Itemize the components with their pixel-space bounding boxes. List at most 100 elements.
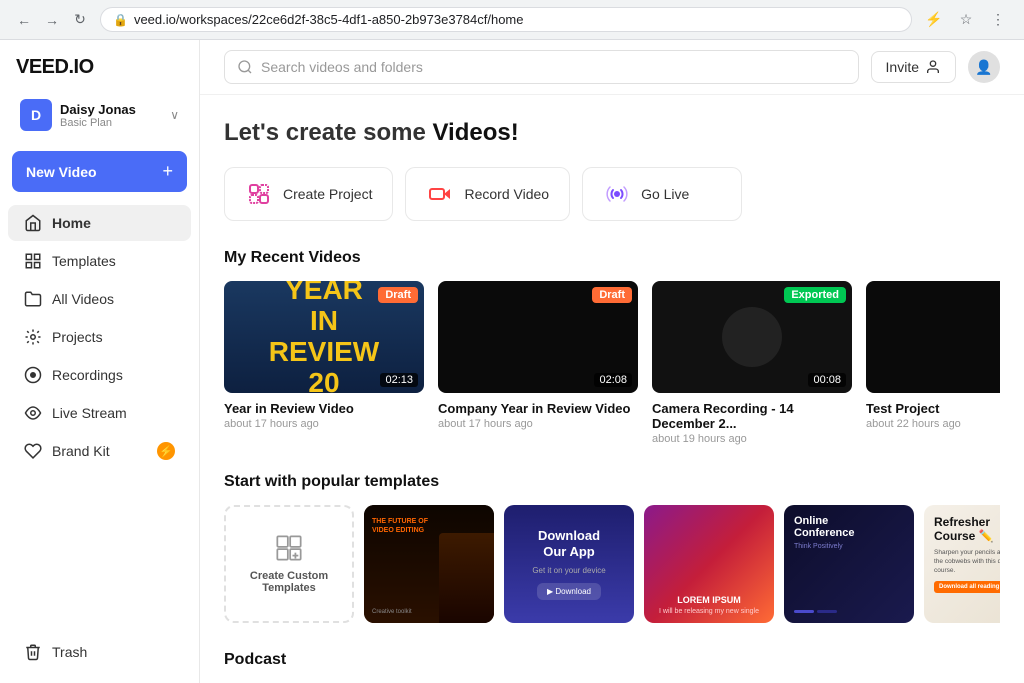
lock-icon: 🔒 — [113, 13, 128, 27]
video-thumbnail: Draft — [866, 281, 1000, 393]
create-template-icon — [275, 534, 303, 562]
template-cta: Download all reading material — [934, 581, 1000, 593]
template-subtext: Creative toolkit — [372, 609, 434, 615]
sidebar-item-trash[interactable]: Trash — [8, 634, 191, 670]
nav-buttons[interactable]: ← → ↻ — [12, 8, 92, 32]
recent-videos-grid: YEARINREVIEW20 Draft 02:13 Year in Revie… — [224, 281, 1000, 445]
search-icon — [237, 59, 253, 75]
all-videos-icon — [24, 290, 42, 308]
video-thumbnail: Exported 00:08 — [652, 281, 852, 393]
template-label: LOREM IPSUM — [677, 595, 741, 605]
recent-videos-title: My Recent Videos — [224, 249, 1000, 267]
templates-icon — [24, 252, 42, 270]
user-section[interactable]: D Daisy Jonas Basic Plan ∨ — [8, 91, 191, 139]
recordings-icon — [24, 366, 42, 384]
sidebar-item-home[interactable]: Home — [8, 205, 191, 241]
video-card[interactable]: Draft 02:08 Company Year in Review Video… — [438, 281, 638, 445]
video-badge: Exported — [784, 287, 846, 303]
person-icon — [925, 59, 941, 75]
template-label: THE FUTURE OFVIDEO EDITING — [372, 517, 434, 535]
podcast-title: Podcast — [224, 651, 1000, 669]
user-info: Daisy Jonas Basic Plan — [60, 102, 162, 129]
create-custom-templates[interactable]: Create Custom Templates — [224, 505, 354, 623]
bookmark-icon[interactable]: ☆ — [952, 6, 980, 34]
top-bar-avatar: 👤 — [968, 51, 1000, 83]
go-live-button[interactable]: Go Live — [582, 167, 742, 221]
video-title: Company Year in Review Video — [438, 401, 638, 416]
video-duration: 00:08 — [808, 373, 846, 387]
video-duration: 02:08 — [594, 373, 632, 387]
templates-grid: Create Custom Templates THE FUTURE OFVID… — [224, 505, 1000, 623]
video-thumbnail: YEARINREVIEW20 Draft 02:13 — [224, 281, 424, 393]
address-bar[interactable]: 🔒 veed.io/workspaces/22ce6d2f-38c5-4df1-… — [100, 7, 912, 32]
create-project-button[interactable]: Create Project — [224, 167, 393, 221]
video-title: Test Project — [866, 401, 1000, 416]
search-placeholder: Search videos and folders — [261, 59, 423, 75]
template-card[interactable]: LOREM IPSUM I will be releasing my new s… — [644, 505, 774, 623]
sidebar-item-templates[interactable]: Templates — [8, 243, 191, 279]
app-container: VEED.IO D Daisy Jonas Basic Plan ∨ New V… — [0, 40, 1024, 683]
create-project-icon — [245, 180, 273, 208]
video-card[interactable]: YEARINREVIEW20 Draft 02:13 Year in Revie… — [224, 281, 424, 445]
video-title: Year in Review Video — [224, 401, 424, 416]
sidebar-item-projects[interactable]: Projects — [8, 319, 191, 355]
action-row: Create Project Record Video Go Live — [224, 167, 1000, 221]
chevron-down-icon: ∨ — [170, 108, 179, 122]
projects-icon — [24, 328, 42, 346]
browser-chrome: ← → ↻ 🔒 veed.io/workspaces/22ce6d2f-38c5… — [0, 0, 1024, 40]
template-label: RefresherCourse ✏️ — [934, 515, 1000, 544]
menu-icon[interactable]: ⋮ — [984, 6, 1012, 34]
video-title: Camera Recording - 14 December 2... — [652, 401, 852, 431]
record-video-button[interactable]: Record Video — [405, 167, 570, 221]
page-title: Let's create some Videos! — [224, 119, 1000, 147]
template-label: OnlineConference — [794, 515, 904, 539]
template-card[interactable]: OnlineConference Think Positively — [784, 505, 914, 623]
video-duration: 02:13 — [380, 373, 418, 387]
video-time: about 22 hours ago — [866, 418, 1000, 430]
brand-kit-badge: ⚡ — [157, 442, 175, 460]
video-card[interactable]: Draft Test Project about 22 hours ago — [866, 281, 1000, 445]
sidebar-item-recordings[interactable]: Recordings — [8, 357, 191, 393]
sidebar-item-all-videos[interactable]: All Videos — [8, 281, 191, 317]
video-thumbnail: Draft 02:08 — [438, 281, 638, 393]
main-content: Search videos and folders Invite 👤 Let's… — [200, 40, 1024, 683]
video-badge: Draft — [378, 287, 418, 303]
template-subtext: Sharpen your pencils and clear out the c… — [934, 548, 1000, 575]
forward-button[interactable]: → — [40, 8, 64, 32]
template-subtext: Think Positively — [794, 543, 904, 550]
extension-icon[interactable]: ⚡ — [920, 6, 948, 34]
year-in-review-text: YEARINREVIEW20 — [269, 281, 379, 393]
video-card[interactable]: Exported 00:08 Camera Recording - 14 Dec… — [652, 281, 852, 445]
live-stream-icon — [24, 404, 42, 422]
video-time: about 19 hours ago — [652, 433, 852, 445]
template-subtext: Get it on your device — [532, 566, 605, 575]
content-body: Let's create some Videos! Create Project… — [200, 95, 1024, 683]
invite-button[interactable]: Invite — [871, 51, 956, 83]
templates-title: Start with popular templates — [224, 473, 1000, 491]
sidebar: VEED.IO D Daisy Jonas Basic Plan ∨ New V… — [0, 40, 200, 683]
video-time: about 17 hours ago — [438, 418, 638, 430]
template-card[interactable]: RefresherCourse ✏️ Sharpen your pencils … — [924, 505, 1000, 623]
brand-kit-icon — [24, 442, 42, 460]
record-video-icon — [426, 180, 454, 208]
logo: VEED.IO — [0, 52, 199, 91]
trash-icon — [24, 643, 42, 661]
template-subtext: I will be releasing my new single — [659, 608, 759, 615]
video-badge: Draft — [592, 287, 632, 303]
user-plan: Basic Plan — [60, 117, 162, 129]
refresh-button[interactable]: ↻ — [68, 8, 92, 32]
go-live-icon — [603, 180, 631, 208]
template-card[interactable]: DownloadOur App Get it on your device ▶ … — [504, 505, 634, 623]
search-bar[interactable]: Search videos and folders — [224, 50, 859, 84]
new-video-button[interactable]: New Video + — [12, 151, 187, 192]
browser-action-buttons[interactable]: ⚡ ☆ ⋮ — [920, 6, 1012, 34]
user-name: Daisy Jonas — [60, 102, 162, 117]
back-button[interactable]: ← — [12, 8, 36, 32]
template-card[interactable]: THE FUTURE OFVIDEO EDITING Creative tool… — [364, 505, 494, 623]
home-icon — [24, 214, 42, 232]
sidebar-item-live-stream[interactable]: Live Stream — [8, 395, 191, 431]
template-label: DownloadOur App — [538, 528, 600, 559]
video-time: about 17 hours ago — [224, 418, 424, 430]
sidebar-item-brand-kit[interactable]: Brand Kit ⚡ — [8, 433, 191, 469]
plus-icon: + — [162, 161, 173, 182]
